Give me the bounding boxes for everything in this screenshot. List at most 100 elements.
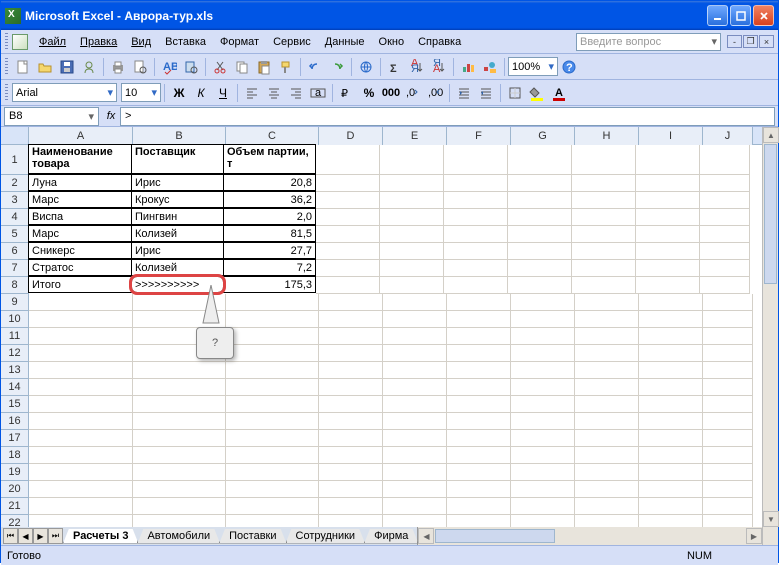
- cell-22-D[interactable]: [319, 515, 383, 527]
- cell-14-B[interactable]: [133, 379, 226, 396]
- autosum-icon[interactable]: Σ: [384, 56, 406, 78]
- sheet-tab[interactable]: Поставки: [219, 529, 286, 544]
- doc-close-button[interactable]: ×: [759, 35, 774, 48]
- cell-21-C[interactable]: [226, 498, 319, 515]
- cell-13-B[interactable]: [133, 362, 226, 379]
- cell-18-D[interactable]: [319, 447, 383, 464]
- row-header[interactable]: 13: [1, 362, 29, 379]
- underline-icon[interactable]: Ч: [212, 82, 234, 104]
- cell-10-G[interactable]: [511, 311, 575, 328]
- cell-13-F[interactable]: [447, 362, 511, 379]
- cell-1-B[interactable]: Поставщик: [131, 144, 224, 174]
- cell-9-F[interactable]: [447, 294, 511, 311]
- cell-6-A[interactable]: Сникерс: [28, 242, 132, 259]
- cell-5-E[interactable]: [380, 226, 444, 243]
- cell-4-C[interactable]: 2,0: [223, 208, 316, 225]
- align-center-icon[interactable]: [263, 82, 285, 104]
- increase-decimal-icon[interactable]: ,0: [402, 82, 424, 104]
- cell-17-G[interactable]: [511, 430, 575, 447]
- cell-8-G[interactable]: [508, 277, 572, 294]
- select-all-corner[interactable]: [1, 127, 29, 145]
- cell-10-F[interactable]: [447, 311, 511, 328]
- cut-icon[interactable]: [209, 56, 231, 78]
- cell-21-F[interactable]: [447, 498, 511, 515]
- cell-12-G[interactable]: [511, 345, 575, 362]
- col-header-I[interactable]: I: [639, 127, 703, 145]
- cell-11-F[interactable]: [447, 328, 511, 345]
- zoom-combo[interactable]: 100%▾: [508, 57, 558, 76]
- cell-13-E[interactable]: [383, 362, 447, 379]
- cell-16-F[interactable]: [447, 413, 511, 430]
- cell-16-C[interactable]: [226, 413, 319, 430]
- row-header[interactable]: 18: [1, 447, 29, 464]
- cell-15-C[interactable]: [226, 396, 319, 413]
- scroll-up-icon[interactable]: ▲: [763, 127, 779, 143]
- cell-12-H[interactable]: [575, 345, 639, 362]
- cell-18-E[interactable]: [383, 447, 447, 464]
- borders-icon[interactable]: [504, 82, 526, 104]
- cell-11-I[interactable]: [639, 328, 703, 345]
- row-header[interactable]: 21: [1, 498, 29, 515]
- print-icon[interactable]: [107, 56, 129, 78]
- cell-22-F[interactable]: [447, 515, 511, 527]
- col-header-G[interactable]: G: [511, 127, 575, 145]
- cell-3-B[interactable]: Крокус: [131, 191, 224, 208]
- italic-icon[interactable]: К: [190, 82, 212, 104]
- menu-file[interactable]: Файл: [32, 33, 73, 51]
- cell-11-A[interactable]: [29, 328, 133, 345]
- cell-11-J[interactable]: [703, 328, 753, 345]
- cell-8-F[interactable]: [444, 277, 508, 294]
- menu-data[interactable]: Данные: [318, 33, 372, 51]
- cell-2-C[interactable]: 20,8: [223, 174, 316, 191]
- undo-icon[interactable]: [304, 56, 326, 78]
- research-icon[interactable]: [180, 56, 202, 78]
- cell-12-E[interactable]: [383, 345, 447, 362]
- cell-5-I[interactable]: [636, 226, 700, 243]
- close-button[interactable]: [753, 5, 774, 26]
- cell-10-J[interactable]: [703, 311, 753, 328]
- cell-12-A[interactable]: [29, 345, 133, 362]
- cell-2-B[interactable]: Ирис: [131, 174, 224, 191]
- cell-5-F[interactable]: [444, 226, 508, 243]
- cell-5-C[interactable]: 81,5: [223, 225, 316, 242]
- vertical-scrollbar[interactable]: ▲ ▼: [762, 127, 778, 527]
- cell-18-J[interactable]: [703, 447, 753, 464]
- cell-20-H[interactable]: [575, 481, 639, 498]
- font-size-combo[interactable]: 10▾: [121, 83, 161, 102]
- cell-19-I[interactable]: [639, 464, 703, 481]
- cell-21-E[interactable]: [383, 498, 447, 515]
- cell-13-J[interactable]: [703, 362, 753, 379]
- cell-9-H[interactable]: [575, 294, 639, 311]
- currency-icon[interactable]: ₽: [336, 82, 358, 104]
- cell-9-J[interactable]: [703, 294, 753, 311]
- permission-icon[interactable]: [78, 56, 100, 78]
- menu-edit[interactable]: Правка: [73, 33, 124, 51]
- cell-17-J[interactable]: [703, 430, 753, 447]
- cell-22-E[interactable]: [383, 515, 447, 527]
- cell-12-J[interactable]: [703, 345, 753, 362]
- cell-3-I[interactable]: [636, 192, 700, 209]
- cell-1-H[interactable]: [572, 145, 636, 175]
- row-header[interactable]: 4: [1, 209, 29, 226]
- cell-14-C[interactable]: [226, 379, 319, 396]
- cell-14-J[interactable]: [703, 379, 753, 396]
- scroll-down-icon[interactable]: ▼: [763, 511, 779, 527]
- cell-19-G[interactable]: [511, 464, 575, 481]
- cell-7-F[interactable]: [444, 260, 508, 277]
- cell-11-C[interactable]: [226, 328, 319, 345]
- cell-5-J[interactable]: [700, 226, 750, 243]
- format-painter-icon[interactable]: [275, 56, 297, 78]
- cell-13-G[interactable]: [511, 362, 575, 379]
- decrease-indent-icon[interactable]: [453, 82, 475, 104]
- cell-5-D[interactable]: [316, 226, 380, 243]
- cell-2-A[interactable]: Луна: [28, 174, 132, 191]
- cell-2-F[interactable]: [444, 175, 508, 192]
- tab-nav-next-icon[interactable]: ▶: [33, 528, 48, 544]
- cell-21-D[interactable]: [319, 498, 383, 515]
- cell-7-G[interactable]: [508, 260, 572, 277]
- hyperlink-icon[interactable]: [355, 56, 377, 78]
- bold-icon[interactable]: Ж: [168, 82, 190, 104]
- row-header[interactable]: 9: [1, 294, 29, 311]
- cell-16-E[interactable]: [383, 413, 447, 430]
- cell-17-D[interactable]: [319, 430, 383, 447]
